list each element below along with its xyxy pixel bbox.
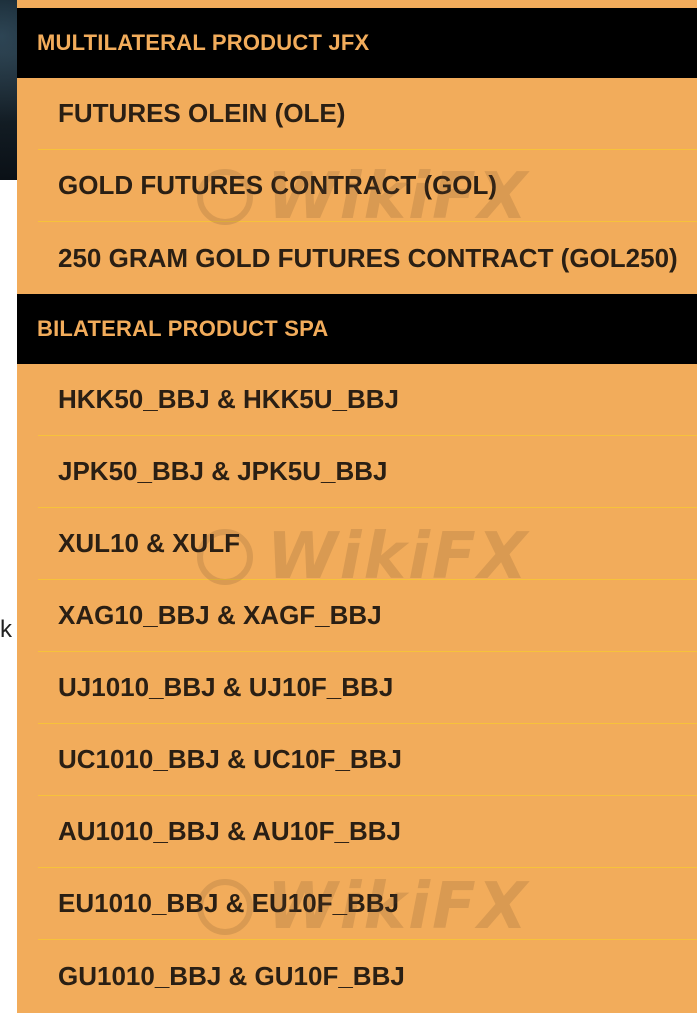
menu-top-bar (17, 0, 697, 8)
menu-item-gold-futures[interactable]: GOLD FUTURES CONTRACT (GOL) (38, 150, 697, 222)
menu-item-250-gram-gold-futures[interactable]: 250 GRAM GOLD FUTURES CONTRACT (GOL250) (38, 222, 697, 294)
menu-item-futures-olein[interactable]: FUTURES OLEIN (OLE) (38, 78, 697, 150)
product-menu: MULTILATERAL PRODUCT JFX FUTURES OLEIN (… (17, 0, 697, 1013)
menu-item-jpk50[interactable]: JPK50_BBJ & JPK5U_BBJ (38, 436, 697, 508)
background-image (0, 0, 17, 180)
menu-item-hkk50[interactable]: HKK50_BBJ & HKK5U_BBJ (38, 364, 697, 436)
section-header-bilateral-spa: BILATERAL PRODUCT SPA (17, 294, 697, 364)
page-text-fragment: k (0, 616, 12, 643)
menu-item-uj1010[interactable]: UJ1010_BBJ & UJ10F_BBJ (38, 652, 697, 724)
menu-item-xag10[interactable]: XAG10_BBJ & XAGF_BBJ (38, 580, 697, 652)
menu-item-xul10[interactable]: XUL10 & XULF (38, 508, 697, 580)
page: k MULTILATERAL PRODUCT JFX FUTURES OLEIN… (0, 0, 697, 1013)
section-header-multilateral-jfx: MULTILATERAL PRODUCT JFX (17, 8, 697, 78)
menu-item-eu1010[interactable]: EU1010_BBJ & EU10F_BBJ (38, 868, 697, 940)
menu-item-uc1010[interactable]: UC1010_BBJ & UC10F_BBJ (38, 724, 697, 796)
menu-item-gu1010[interactable]: GU1010_BBJ & GU10F_BBJ (38, 940, 697, 1012)
menu-item-au1010[interactable]: AU1010_BBJ & AU10F_BBJ (38, 796, 697, 868)
